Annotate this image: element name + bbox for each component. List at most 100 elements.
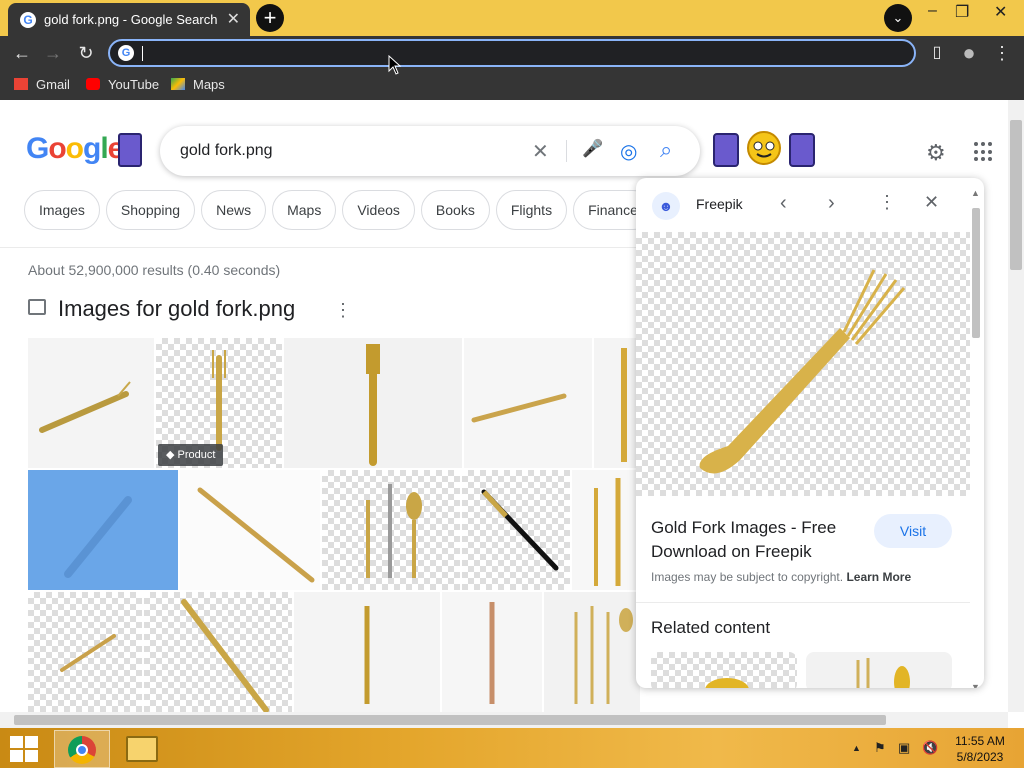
bookmarks-bar: Gmail YouTube Maps — [0, 70, 1024, 100]
file-explorer-icon[interactable] — [126, 736, 158, 762]
panel-divider — [636, 602, 970, 603]
search-icon[interactable]: ⌕ — [660, 137, 672, 163]
google-apps-icon[interactable] — [974, 142, 994, 162]
images-more-options-icon[interactable]: ⋮ — [334, 300, 352, 321]
copyright-text: Images may be subject to copyright. — [651, 570, 844, 584]
clear-search-icon[interactable]: ✕ — [532, 139, 549, 164]
horizontal-scroll-thumb[interactable] — [14, 715, 886, 725]
image-result-thumbnail[interactable] — [322, 470, 460, 590]
scroll-up-icon[interactable]: ▲ — [971, 188, 980, 198]
images-section-header[interactable]: Images for gold fork.png — [28, 296, 295, 322]
start-button-icon[interactable] — [10, 736, 40, 762]
tab-search-button[interactable]: ⌄ — [884, 4, 912, 32]
settings-gear-icon[interactable]: ⚙ — [926, 140, 946, 166]
maps-icon — [171, 78, 185, 90]
preview-image[interactable] — [636, 232, 970, 496]
minimize-button[interactable]: – — [928, 2, 937, 20]
image-result-thumbnail[interactable] — [28, 592, 142, 712]
bookmark-gmail[interactable]: Gmail — [14, 77, 70, 92]
show-hidden-icons-icon[interactable]: ▲ — [852, 743, 861, 753]
panel-scroll-thumb[interactable] — [972, 208, 980, 338]
image-result-thumbnail[interactable] — [442, 592, 542, 712]
bookmark-label: Gmail — [36, 77, 70, 92]
chrome-center — [76, 744, 88, 756]
filter-chip-books[interactable]: Books — [420, 190, 490, 230]
image-result-thumbnail[interactable] — [180, 470, 320, 590]
new-tab-button[interactable]: + — [256, 4, 284, 32]
vertical-scroll-thumb[interactable] — [1010, 120, 1022, 270]
filter-chip-images[interactable]: Images — [24, 190, 100, 230]
youtube-icon — [86, 78, 100, 90]
restore-button[interactable]: ❐ — [955, 2, 969, 22]
image-result-thumbnail[interactable] — [28, 470, 178, 590]
panel-source-name[interactable]: Freepik — [696, 196, 743, 212]
close-panel-icon[interactable]: ✕ — [924, 192, 939, 213]
filter-chip-maps[interactable]: Maps — [272, 190, 337, 230]
visit-button[interactable]: Visit — [874, 514, 952, 548]
header-divider — [0, 247, 640, 248]
close-tab-icon[interactable]: ✕ — [227, 9, 240, 29]
filter-chip-videos[interactable]: Videos — [342, 190, 415, 230]
doodle-sun-books-icon[interactable] — [712, 122, 816, 176]
filter-chip-flights[interactable]: Flights — [495, 190, 568, 230]
image-result-thumbnail[interactable] — [594, 338, 640, 468]
scroll-down-icon[interactable]: ▼ — [971, 682, 980, 688]
search-box[interactable]: gold fork.png ✕ 🎤 ◎ ⌕ — [160, 126, 700, 176]
browser-tab-active[interactable]: G gold fork.png - Google Search ✕ — [8, 3, 250, 36]
side-panel-icon[interactable]: ▯ — [924, 40, 950, 66]
horizontal-scrollbar[interactable] — [0, 712, 1008, 728]
panel-more-options-icon[interactable]: ⋮ — [878, 192, 896, 213]
copyright-notice: Images may be subject to copyright. Lear… — [651, 570, 911, 584]
address-bar[interactable]: G — [108, 39, 916, 67]
vertical-scrollbar[interactable] — [1008, 100, 1024, 712]
bookmark-label: Maps — [193, 77, 225, 92]
bookmark-maps[interactable]: Maps — [171, 77, 225, 92]
google-logo[interactable]: Google — [26, 132, 124, 166]
volume-muted-icon[interactable]: 🔇 — [922, 740, 938, 756]
text-caret — [142, 46, 143, 61]
freepik-logo-icon: ☻ — [652, 192, 680, 220]
back-button[interactable]: ← — [9, 40, 35, 66]
forward-button[interactable]: → — [40, 40, 66, 66]
result-stats: About 52,900,000 results (0.40 seconds) — [28, 262, 281, 278]
camera-lens-icon[interactable]: ◎ — [620, 139, 637, 164]
preview-title[interactable]: Gold Fork Images - Free Download on Free… — [651, 516, 865, 564]
panel-scrollbar[interactable]: ▲ ▼ — [970, 188, 982, 688]
search-query[interactable]: gold fork.png — [180, 142, 273, 160]
search-filter-chips: Images Shopping News Maps Videos Books Flights… — [24, 190, 659, 230]
profile-avatar-icon[interactable]: ● — [956, 40, 982, 66]
image-result-thumbnail[interactable] — [28, 338, 154, 468]
image-result-thumbnail[interactable] — [462, 470, 570, 590]
close-window-button[interactable]: ✕ — [994, 2, 1007, 22]
chrome-taskbar-icon[interactable] — [54, 730, 110, 768]
search-divider — [566, 140, 567, 162]
image-result-thumbnail[interactable] — [144, 592, 292, 712]
network-icon[interactable]: ▣ — [898, 740, 910, 756]
next-image-icon[interactable]: › — [828, 192, 835, 215]
previous-image-icon[interactable]: ‹ — [780, 192, 787, 215]
image-result-thumbnail[interactable] — [294, 592, 440, 712]
google-favicon-icon: G — [20, 12, 36, 28]
filter-chip-shopping[interactable]: Shopping — [105, 190, 196, 230]
reload-button[interactable]: ↻ — [73, 40, 99, 66]
image-result-thumbnail[interactable] — [284, 338, 462, 468]
microphone-icon[interactable]: 🎤 — [582, 139, 603, 159]
image-result-thumbnail[interactable] — [544, 592, 640, 712]
bookmark-youtube[interactable]: YouTube — [86, 77, 159, 92]
clock-date: 5/8/2023 — [956, 750, 1004, 764]
tab-title: gold fork.png - Google Search — [44, 12, 218, 27]
gmail-icon — [14, 78, 28, 90]
image-result-thumbnail[interactable] — [572, 470, 640, 590]
system-clock[interactable]: 11:55 AM 5/8/2023 — [950, 733, 1010, 765]
mouse-cursor-icon — [388, 55, 402, 75]
tag-icon: ◆ — [166, 449, 178, 461]
image-result-thumbnail[interactable] — [464, 338, 592, 468]
browser-menu-icon[interactable]: ⋮ — [989, 40, 1015, 66]
action-center-flag-icon[interactable]: ⚑ — [874, 740, 886, 756]
related-image-thumbnail[interactable] — [806, 652, 952, 688]
learn-more-link[interactable]: Learn More — [846, 570, 911, 584]
related-image-thumbnail[interactable] — [651, 652, 797, 688]
filter-chip-news[interactable]: News — [201, 190, 267, 230]
related-content-heading: Related content — [651, 618, 771, 637]
book-doodle-icon — [118, 133, 142, 167]
